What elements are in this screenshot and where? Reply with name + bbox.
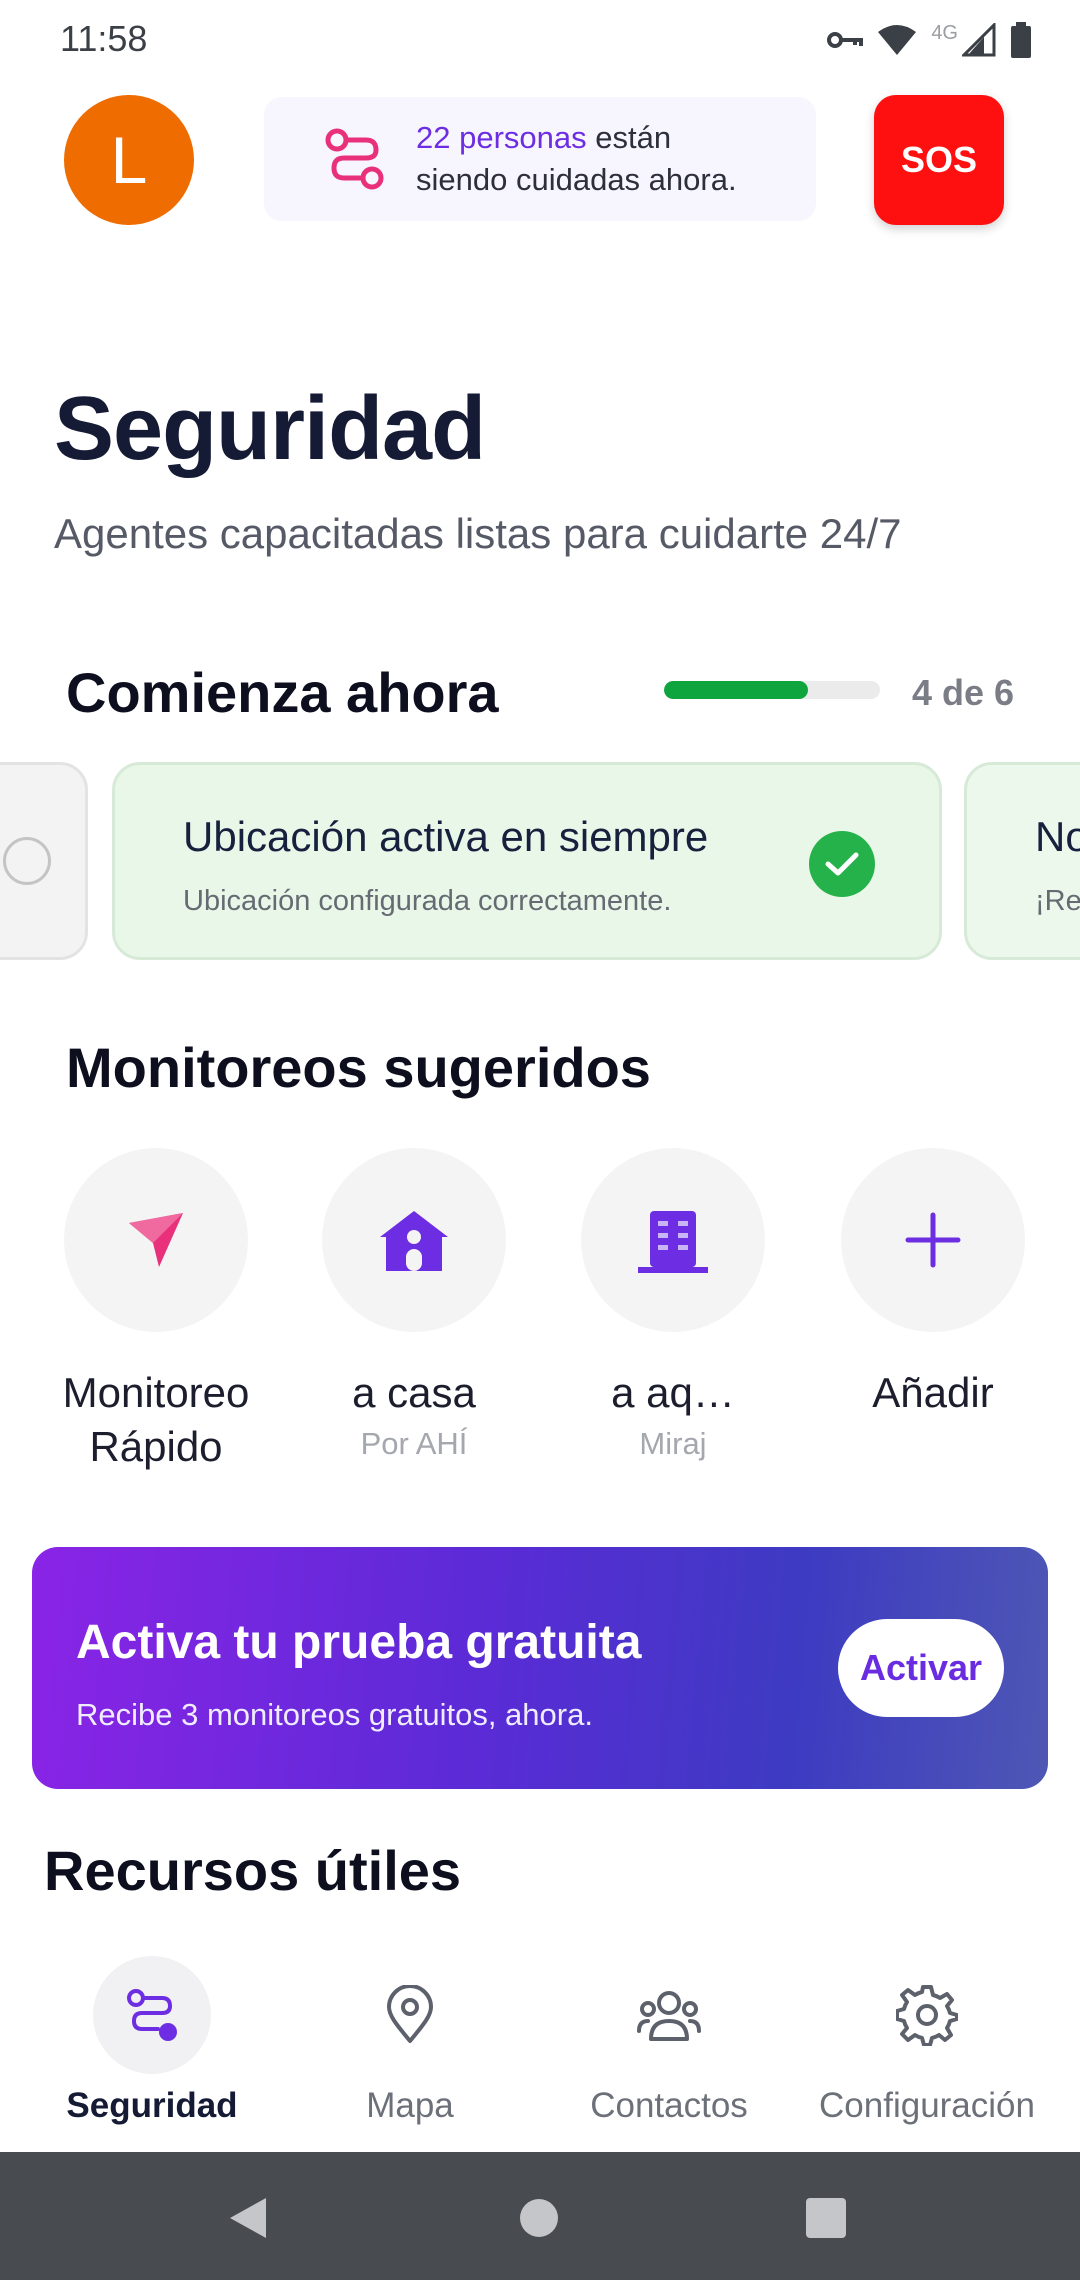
monitor-item-add[interactable]: Añadir <box>823 1148 1043 1420</box>
page-title: Seguridad <box>54 379 486 479</box>
monitor-label: Monitoreo Rápido <box>62 1369 250 1470</box>
monitor-label: a aq… <box>611 1369 735 1416</box>
page-subtitle: Agentes capacitadas listas para cuidarte… <box>54 510 902 557</box>
card-title: Ubicación activa en siempre <box>183 813 709 860</box>
card-title: No <box>1035 813 1080 860</box>
wifi-icon <box>878 25 917 55</box>
contacts-icon <box>637 1991 701 2041</box>
onboarding-card-previous[interactable] <box>0 762 88 960</box>
onboarding-card-next[interactable]: No ¡Re <box>964 762 1080 960</box>
nav-item-configuracion[interactable]: Configuración <box>792 1950 1062 2126</box>
vpn-key-icon <box>827 32 864 48</box>
battery-icon <box>1011 22 1031 58</box>
route-icon <box>127 1989 177 2041</box>
system-navigation-bar <box>0 2152 1080 2280</box>
nav-item-mapa[interactable]: Mapa <box>275 1950 545 2126</box>
card-description: ¡Re <box>1035 885 1080 917</box>
start-progress-bar <box>664 681 880 699</box>
activate-button[interactable]: Activar <box>838 1619 1004 1717</box>
care-text-2: siendo cuidadas ahora. <box>416 162 737 197</box>
nav-label: Seguridad <box>66 2086 238 2125</box>
status-icons: 4G <box>827 22 1032 58</box>
promo-title: Activa tu prueba gratuita <box>76 1616 642 1669</box>
monitor-item-home[interactable]: a casa Por AHÍ <box>304 1148 524 1462</box>
house-icon <box>380 1211 448 1271</box>
nav-label: Contactos <box>590 2086 748 2125</box>
check-icon <box>809 831 875 897</box>
bottom-navigation: Seguridad Mapa Contactos Configuración <box>0 1950 1080 2152</box>
sos-button[interactable]: SOS <box>874 95 1004 225</box>
monitor-item-place[interactable]: a aq… Miraj <box>563 1148 783 1462</box>
route-icon <box>325 128 384 190</box>
building-icon <box>638 1211 708 1273</box>
nav-icon-wrap <box>93 1956 211 2074</box>
nav-label: Configuración <box>819 2086 1035 2125</box>
resources-section-title: Recursos útiles <box>44 1839 462 1902</box>
network-type: 4G <box>931 21 958 44</box>
map-pin-icon <box>387 1985 433 2043</box>
nav-label: Mapa <box>366 2086 454 2125</box>
nav-icon-wrap <box>868 1956 986 2074</box>
signal-icon <box>962 23 996 57</box>
nav-icon-wrap <box>610 1956 728 2074</box>
care-text-1: están <box>586 120 672 155</box>
monitor-icon-circle <box>322 1148 506 1332</box>
avatar-letter: L <box>110 123 148 197</box>
care-count: 22 personas <box>416 120 587 155</box>
back-icon[interactable] <box>228 2196 268 2240</box>
nav-item-contactos[interactable]: Contactos <box>534 1950 804 2126</box>
monitor-sublabel: Por AHÍ <box>360 1426 468 1461</box>
home-icon[interactable] <box>519 2198 559 2238</box>
nav-item-seguridad[interactable]: Seguridad <box>17 1950 287 2126</box>
suggested-section-title: Monitoreos sugeridos <box>66 1036 651 1099</box>
send-arrow-icon <box>129 1213 183 1267</box>
monitor-icon-circle <box>581 1148 765 1332</box>
onboarding-card-location[interactable]: Ubicación activa en siempre Ubicación co… <box>112 762 942 960</box>
nav-icon-wrap <box>351 1956 469 2074</box>
start-progress-fill <box>664 681 809 699</box>
monitor-label: Añadir <box>872 1369 994 1416</box>
monitor-icon-circle <box>841 1148 1025 1332</box>
radio-circle-icon <box>3 837 51 885</box>
monitor-sublabel: Miraj <box>639 1426 707 1461</box>
monitor-label: a casa <box>352 1369 476 1416</box>
start-section-title: Comienza ahora <box>66 661 499 724</box>
avatar[interactable]: L <box>64 95 194 225</box>
monitor-item-quick[interactable]: Monitoreo Rápido <box>46 1148 266 1474</box>
promo-subtitle: Recibe 3 monitoreos gratuitos, ahora. <box>76 1697 593 1732</box>
care-banner[interactable]: 22 personas están siendo cuidadas ahora. <box>264 97 816 221</box>
card-description: Ubicación configurada correctamente. <box>183 885 672 917</box>
recents-icon[interactable] <box>806 2198 846 2238</box>
monitor-icon-circle <box>64 1148 248 1332</box>
status-time: 11:58 <box>60 18 148 59</box>
plus-icon <box>905 1212 961 1268</box>
gear-icon <box>896 1985 958 2046</box>
free-trial-banner: Activa tu prueba gratuita Recibe 3 monit… <box>32 1547 1048 1789</box>
start-progress-text: 4 de 6 <box>912 672 1015 713</box>
care-text: 22 personas están siendo cuidadas ahora. <box>416 117 737 201</box>
